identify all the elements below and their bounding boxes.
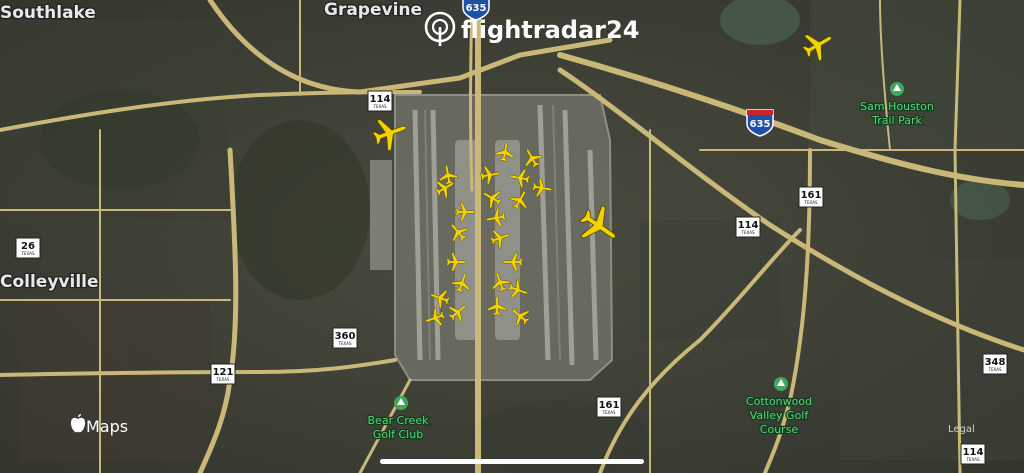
maps-label: Maps [86, 417, 128, 436]
svg-text:TEXAS: TEXAS [21, 251, 35, 256]
shield-348: 348 TEXAS [982, 353, 1008, 375]
shield-114-east: 114 TEXAS [735, 216, 761, 238]
shield-161-north: 161 TEXAS [798, 186, 824, 208]
shield-360: 360 TEXAS [332, 327, 358, 349]
label-southlake: Southlake [0, 3, 96, 23]
label-colleyville: Colleyville [0, 272, 99, 292]
svg-text:Trail Park: Trail Park [871, 114, 922, 127]
svg-text:TEXAS: TEXAS [966, 457, 980, 462]
svg-text:Course: Course [760, 423, 799, 436]
shield-121: 121 TEXAS [210, 363, 236, 385]
svg-text:Cottonwood: Cottonwood [746, 395, 812, 408]
shield-26: 26 TEXAS [15, 237, 41, 259]
svg-text:Valley Golf: Valley Golf [750, 409, 810, 422]
svg-text:TEXAS: TEXAS [338, 341, 352, 346]
satellite-map[interactable]: flightradar24 Southlake Grapevine Colley… [0, 0, 1024, 473]
svg-text:TEXAS: TEXAS [988, 367, 1002, 372]
svg-text:Golf Club: Golf Club [373, 428, 423, 441]
svg-text:635: 635 [466, 3, 487, 14]
shield-161-south: 161 TEXAS [596, 396, 622, 418]
legal-link[interactable]: Legal [948, 424, 975, 435]
interstate-635-shield: 635 [746, 109, 774, 137]
svg-text:TEXAS: TEXAS [741, 230, 755, 235]
svg-text:TEXAS: TEXAS [216, 377, 230, 382]
svg-text:635: 635 [750, 119, 771, 130]
brand-name: flightradar24 [461, 16, 639, 44]
shield-114-south: 114 TEXAS [960, 443, 986, 465]
svg-text:TEXAS: TEXAS [602, 410, 616, 415]
label-grapevine: Grapevine [324, 0, 422, 20]
svg-text:Sam Houston: Sam Houston [860, 100, 934, 113]
home-indicator[interactable] [380, 459, 644, 464]
svg-text:TEXAS: TEXAS [804, 200, 818, 205]
svg-text:Bear Creek: Bear Creek [368, 414, 430, 427]
shield-114-north: 114 TEXAS [367, 90, 393, 112]
svg-text:TEXAS: TEXAS [373, 104, 387, 109]
